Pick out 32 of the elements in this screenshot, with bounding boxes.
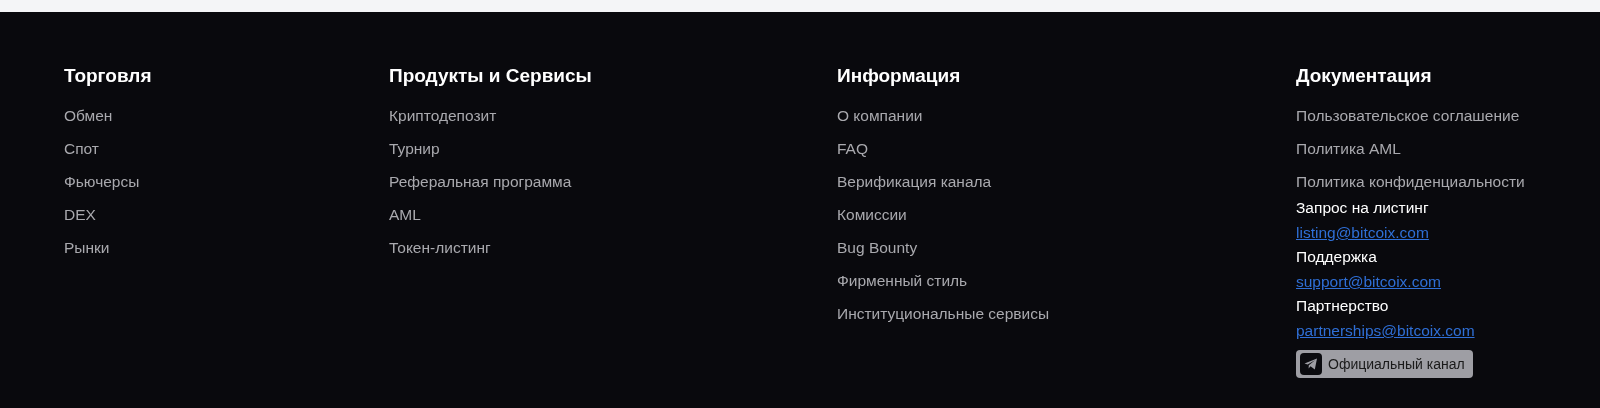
contact-label: Запрос на листинг [1296, 198, 1429, 218]
footer-link[interactable]: Политика конфиденциальности [1296, 172, 1525, 192]
email-link[interactable]: listing@bitcoix.com [1296, 223, 1429, 243]
column-heading: Информация [837, 64, 962, 88]
email-link[interactable]: partnerships@bitcoix.com [1296, 321, 1475, 341]
column-heading: Документация [1296, 64, 1433, 88]
footer-link[interactable]: Обмен [64, 106, 113, 126]
telegram-icon [1300, 353, 1322, 375]
footer-link[interactable]: DEX [64, 205, 96, 225]
footer-link[interactable]: Турнир [389, 139, 440, 159]
footer-link[interactable]: Пользовательское соглашение [1296, 106, 1520, 126]
footer-link[interactable]: Спот [64, 139, 99, 159]
footer-link[interactable]: Институциональные сервисы [837, 304, 1050, 324]
channel-button[interactable]: Официальный канал [1296, 350, 1473, 378]
column-heading: Продукты и Сервисы [389, 64, 593, 88]
footer-link[interactable]: О компании [837, 106, 923, 126]
footer-link[interactable]: AML [389, 205, 421, 225]
footer-link[interactable]: Фирменный стиль [837, 271, 968, 291]
footer-link[interactable]: Токен-листинг [389, 238, 491, 258]
footer-link[interactable]: Реферальная программа [389, 172, 572, 192]
footer-link[interactable]: Политика AML [1296, 139, 1401, 159]
footer-link[interactable]: Верификация канала [837, 172, 992, 192]
footer-link[interactable]: Криптодепозит [389, 106, 497, 126]
column-heading: Торговля [64, 64, 153, 88]
footer-link[interactable]: Комиссии [837, 205, 907, 225]
footer-link[interactable]: Фьючерсы [64, 172, 140, 192]
footer-link[interactable]: Рынки [64, 238, 110, 258]
contact-label: Поддержка [1296, 247, 1377, 267]
footer-link[interactable]: Bug Bounty [837, 238, 918, 258]
email-link[interactable]: support@bitcoix.com [1296, 272, 1441, 292]
contact-label: Партнерство [1296, 296, 1389, 316]
footer-link[interactable]: FAQ [837, 139, 868, 159]
